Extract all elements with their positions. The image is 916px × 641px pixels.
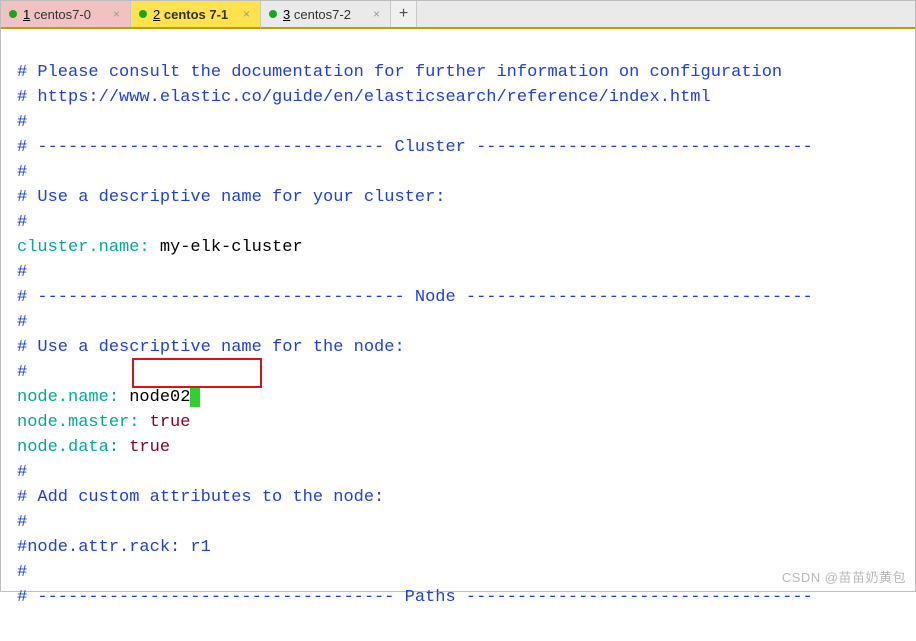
comment-line: # — [17, 363, 27, 382]
watermark: CSDN @苗苗奶黄包 — [782, 567, 906, 586]
comment-line: # — [17, 563, 27, 582]
value-node-data: true — [119, 438, 170, 457]
value-cluster-name: my-elk-cluster — [150, 238, 303, 257]
comment-line: # Add custom attributes to the node: — [17, 488, 384, 507]
value-node-name: node02 — [119, 388, 190, 407]
tab-bar: 1 centos7-0 × 2 centos 7-1 × 3 centos7-2… — [1, 1, 915, 29]
comment-line: #node.attr.rack: r1 — [17, 538, 211, 557]
close-icon[interactable]: × — [237, 7, 250, 21]
tab-centos7-2[interactable]: 3 centos7-2 × — [261, 1, 391, 27]
tab-num: 3 — [283, 7, 290, 22]
status-dot-icon — [139, 10, 147, 18]
close-icon[interactable]: × — [107, 7, 120, 21]
tab-num: 1 — [23, 7, 30, 22]
comment-line: # Please consult the documentation for f… — [17, 63, 782, 82]
text-cursor — [190, 387, 200, 407]
comment-line: # — [17, 313, 27, 332]
tab-num: 2 — [153, 7, 160, 22]
comment-line: # — [17, 113, 27, 132]
status-dot-icon — [9, 10, 17, 18]
comment-line: # — [17, 263, 27, 282]
comment-line: # — [17, 163, 27, 182]
value-node-master: true — [139, 413, 190, 432]
key-node-name: node.name: — [17, 388, 119, 407]
comment-line: # Use a descriptive name for your cluste… — [17, 188, 445, 207]
close-icon[interactable]: × — [367, 7, 380, 21]
editor-area[interactable]: # Please consult the documentation for f… — [1, 29, 915, 641]
section-header-cluster: # ---------------------------------- Clu… — [17, 138, 813, 157]
comment-line: # — [17, 463, 27, 482]
key-node-data: node.data: — [17, 438, 119, 457]
comment-line: # Use a descriptive name for the node: — [17, 338, 405, 357]
add-tab-button[interactable]: + — [391, 1, 417, 27]
key-node-master: node.master: — [17, 413, 139, 432]
section-header-node: # ------------------------------------ N… — [17, 288, 813, 307]
comment-line: # https://www.elastic.co/guide/en/elasti… — [17, 88, 711, 107]
key-cluster-name: cluster.name: — [17, 238, 150, 257]
section-header-paths: # ----------------------------------- Pa… — [17, 588, 813, 607]
tab-centos7-0[interactable]: 1 centos7-0 × — [1, 1, 131, 27]
comment-line: # — [17, 213, 27, 232]
tab-label: centos7-2 — [294, 7, 351, 22]
tab-label: centos7-0 — [34, 7, 91, 22]
status-dot-icon — [269, 10, 277, 18]
highlight-box — [132, 358, 262, 388]
comment-line: # — [17, 513, 27, 532]
tab-centos7-1[interactable]: 2 centos 7-1 × — [131, 1, 261, 29]
tab-label: centos 7-1 — [164, 7, 228, 22]
